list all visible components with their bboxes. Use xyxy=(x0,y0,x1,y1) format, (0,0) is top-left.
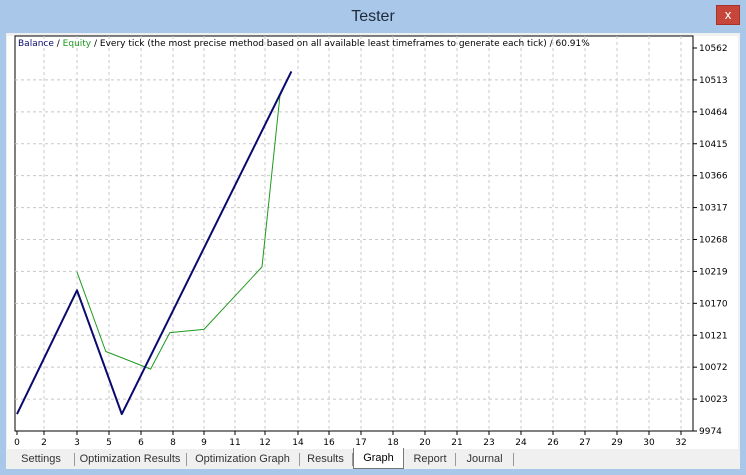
y-tick-label: 10464 xyxy=(699,108,728,118)
tab-journal[interactable]: Journal xyxy=(456,450,514,469)
x-tick-label: 11 xyxy=(229,438,240,448)
x-tick-label: 29 xyxy=(611,438,623,448)
x-tick-label: 32 xyxy=(675,438,686,448)
legend-balance: Balance xyxy=(18,39,54,49)
chart-header: Balance / Equity / Every tick (the most … xyxy=(18,39,590,49)
y-tick-label: 9974 xyxy=(699,427,722,437)
x-tick-label: 14 xyxy=(292,438,304,448)
x-tick-label: 27 xyxy=(579,438,590,448)
chart-description: / Every tick (the most precise method ba… xyxy=(91,39,590,49)
x-tick-label: 6 xyxy=(138,438,144,448)
x-tick-label: 9 xyxy=(201,438,207,448)
y-tick-label: 10268 xyxy=(699,236,728,246)
x-tick-label: 2 xyxy=(41,438,47,448)
x-tick-label: 21 xyxy=(451,438,462,448)
x-tick-label: 0 xyxy=(14,438,20,448)
tab-optimization-results[interactable]: Optimization Results xyxy=(74,450,187,469)
y-tick-label: 10219 xyxy=(699,267,728,277)
x-tick-label: 30 xyxy=(643,438,655,448)
legend-separator: / xyxy=(54,39,63,49)
y-tick-label: 10513 xyxy=(699,76,728,86)
tab-strip: Settings Optimization Results Optimizati… xyxy=(0,448,746,469)
x-tick-label: 20 xyxy=(419,438,431,448)
x-tick-label: 5 xyxy=(106,438,112,448)
legend-equity: Equity xyxy=(63,39,92,49)
x-tick-label: 17 xyxy=(355,438,366,448)
tab-graph[interactable]: Graph xyxy=(353,448,404,469)
tab-optimization-graph[interactable]: Optimization Graph xyxy=(186,450,300,469)
x-tick-label: 18 xyxy=(387,438,399,448)
y-tick-label: 10072 xyxy=(699,363,728,373)
balance-equity-chart: 0 2 3 5 6 8 9 11 12 14 16 17 18 20 21 23 24 26 27 29 30 32105… xyxy=(14,35,728,448)
tab-settings[interactable]: Settings xyxy=(8,450,75,469)
y-tick-label: 10170 xyxy=(699,299,728,309)
x-tick-label: 16 xyxy=(323,438,335,448)
x-tick-label: 3 xyxy=(74,438,80,448)
x-tick-label: 26 xyxy=(547,438,559,448)
plot-frame xyxy=(14,35,694,432)
y-tick-label: 10121 xyxy=(699,331,728,341)
x-tick-label: 12 xyxy=(259,438,270,448)
y-tick-label: 10415 xyxy=(699,140,728,150)
x-tick-label: 8 xyxy=(170,438,176,448)
y-tick-label: 10366 xyxy=(699,172,728,182)
y-tick-label: 10023 xyxy=(699,395,728,405)
y-tick-label: 10562 xyxy=(699,44,728,54)
x-tick-label: 23 xyxy=(483,438,494,448)
window-bottom-edge xyxy=(0,469,746,475)
tab-report[interactable]: Report xyxy=(405,450,456,469)
y-tick-label: 10317 xyxy=(699,204,728,214)
tab-results[interactable]: Results xyxy=(299,450,353,469)
x-tick-label: 24 xyxy=(515,438,527,448)
